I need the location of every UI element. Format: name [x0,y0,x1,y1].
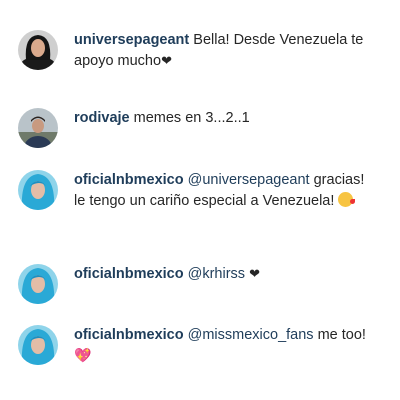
mention-link[interactable]: @universepageant [188,172,310,188]
comment-text: oficialnbmexico @universepageant gracias… [74,170,374,212]
username-link[interactable]: oficialnbmexico [74,327,184,343]
mention-link[interactable]: @missmexico_fans [188,327,314,343]
black-heart-icon: ❤ [249,267,260,282]
avatar[interactable] [18,264,58,304]
comment-text: rodivaje memes en 3...2..1 [74,108,374,129]
avatar[interactable] [18,325,58,365]
username-link[interactable]: rodivaje [74,110,130,126]
sparkling-heart-icon: 💖 [74,348,92,364]
mention-link[interactable]: @krhirss [188,266,245,282]
avatar[interactable] [18,108,58,148]
avatar[interactable] [18,170,58,210]
black-heart-icon: ❤ [161,54,172,69]
comment-text: universepageant Bella! Desde Venezuela t… [74,30,374,72]
comment-body: me too! [317,327,366,343]
username-link[interactable]: universepageant [74,32,189,48]
username-link[interactable]: oficialnbmexico [74,172,184,188]
kiss-face-icon [338,192,356,207]
comment-body: memes en 3...2..1 [133,110,250,126]
username-link[interactable]: oficialnbmexico [74,266,184,282]
avatar[interactable] [18,30,58,70]
comment-text: oficialnbmexico @missmexico_fans me too!… [74,325,374,367]
comment-text: oficialnbmexico @krhirss ❤ [74,264,374,285]
